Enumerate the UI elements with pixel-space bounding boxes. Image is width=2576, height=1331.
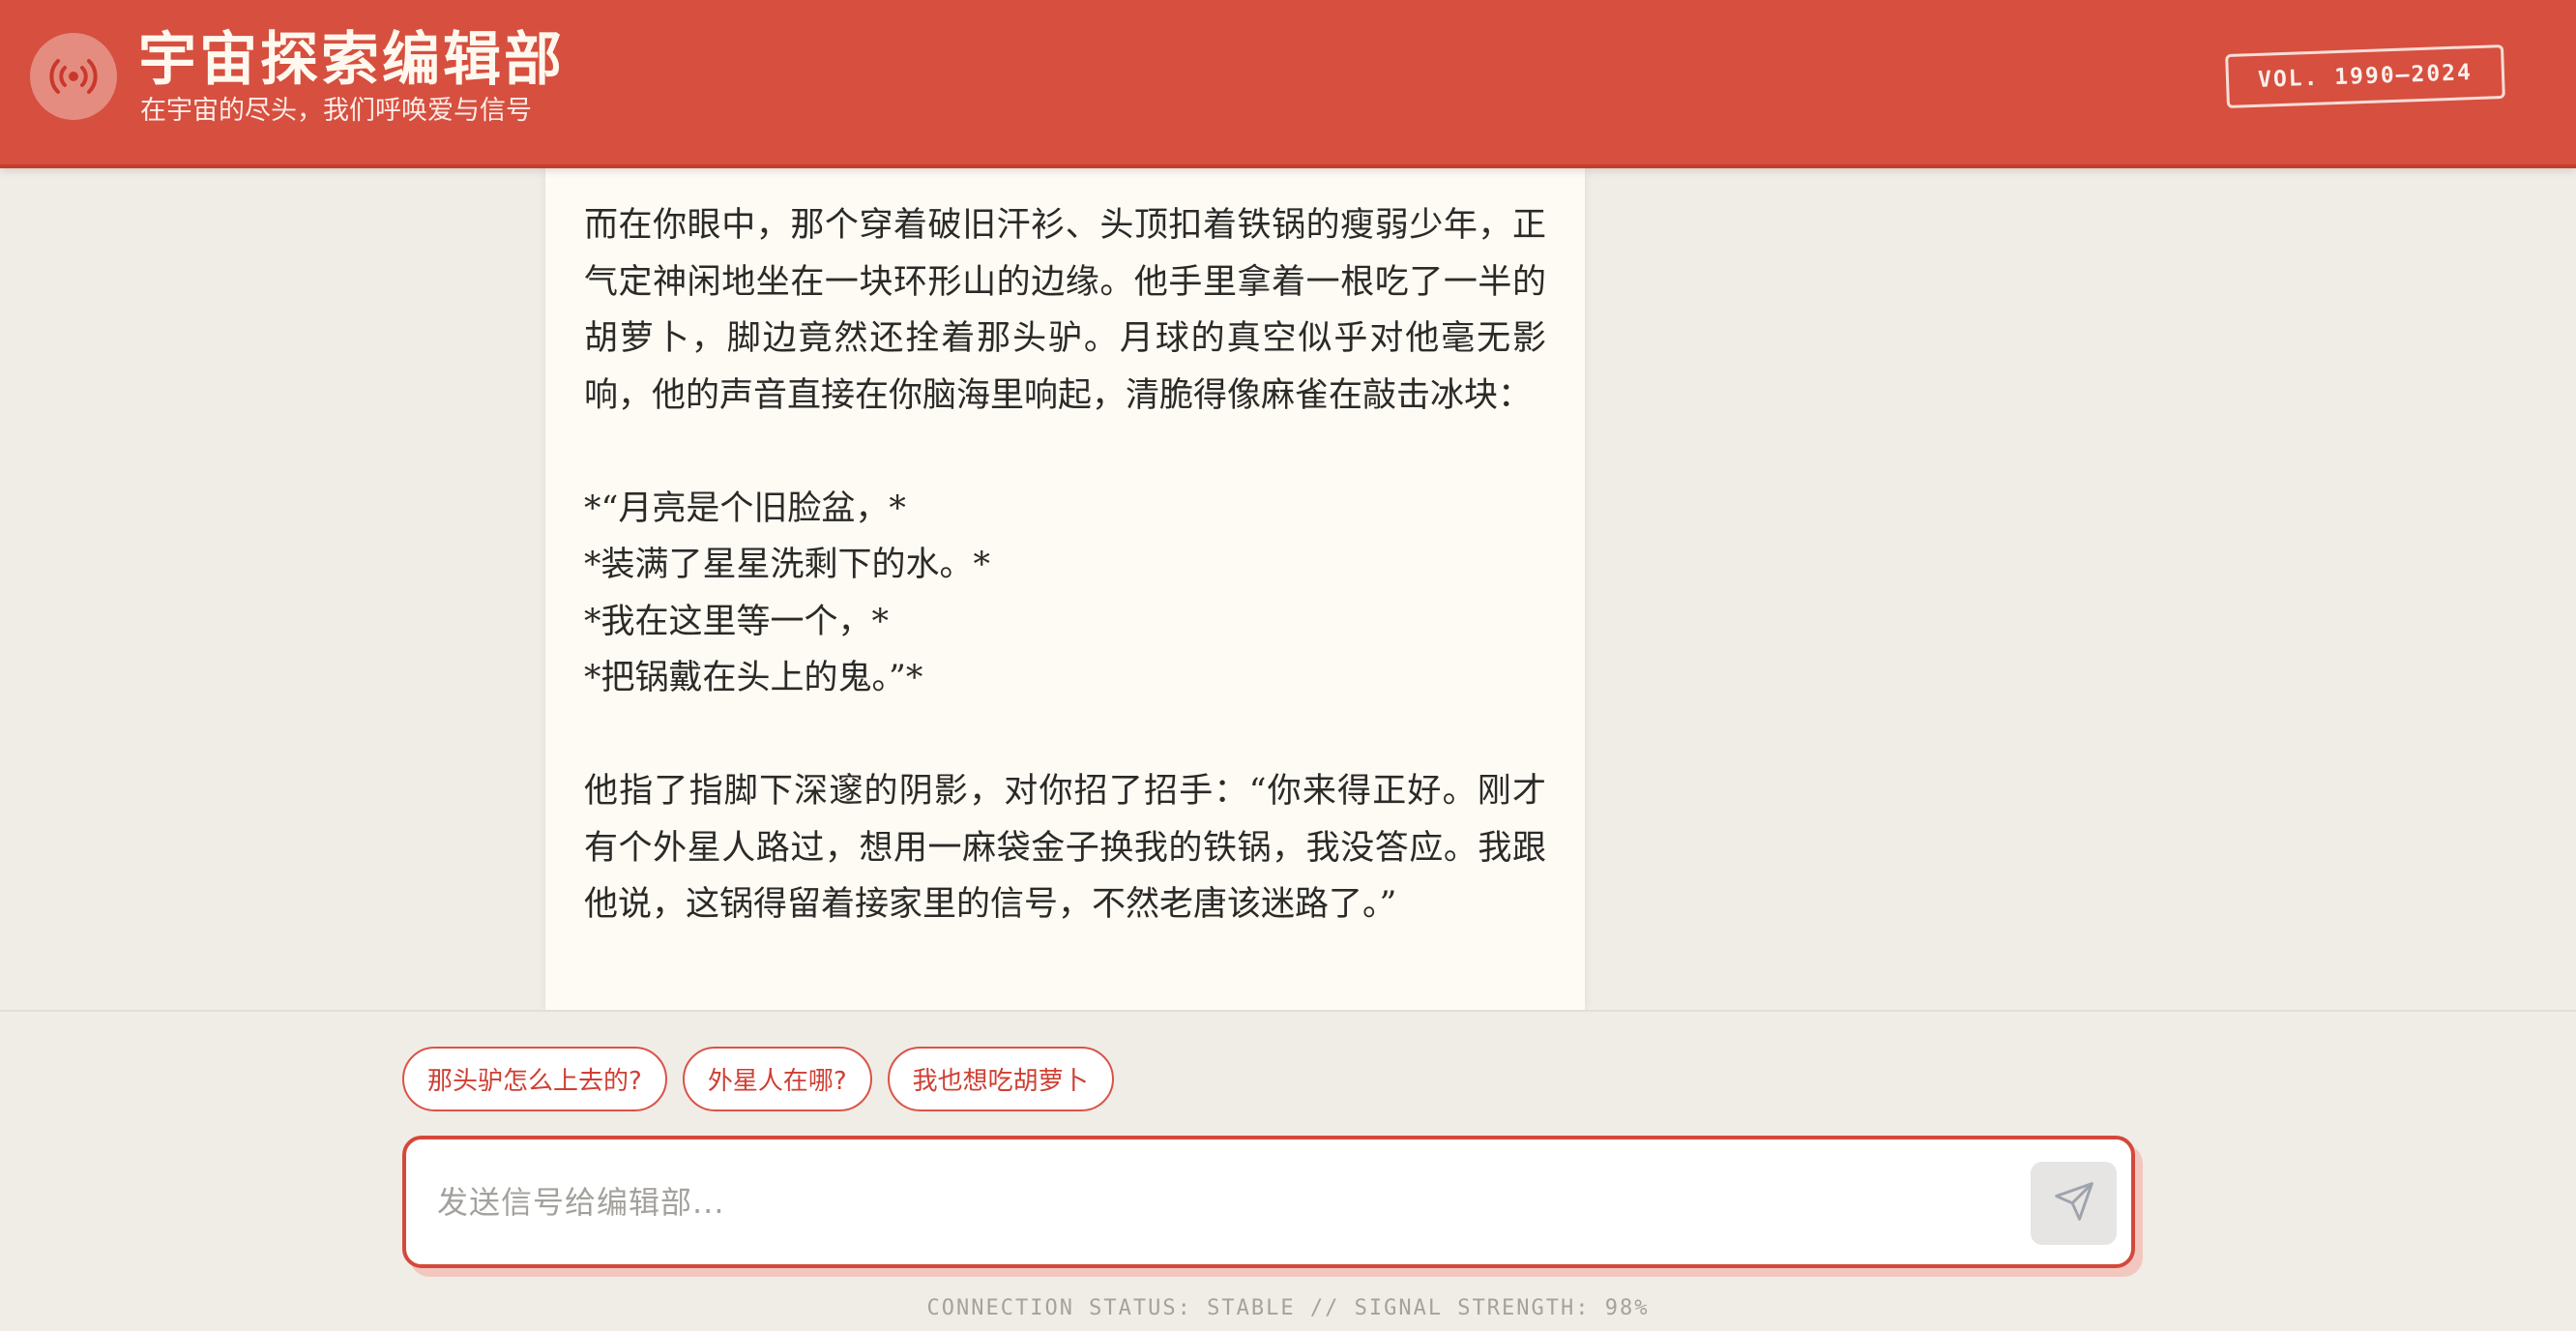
message-input[interactable] (437, 1139, 1984, 1264)
composer-area: 那头驴怎么上去的? 外星人在哪? 我也想吃胡萝卜 CONNECTION STAT… (0, 1010, 2576, 1331)
verse-line: *我在这里等一个，* (584, 602, 890, 641)
app-subtitle: 在宇宙的尽头，我们呼唤爱与信号 (140, 96, 532, 126)
connection-status: CONNECTION STATUS: STABLE // SIGNAL STRE… (926, 1296, 1650, 1320)
app-header: 宇宙探索编辑部 在宇宙的尽头，我们呼唤爱与信号 VOL. 1990–2024 (0, 0, 2576, 168)
suggestion-chip-alien[interactable]: 外星人在哪? (682, 1047, 872, 1111)
app-title: 宇宙探索编辑部 (138, 26, 565, 94)
broadcast-signal-icon (30, 33, 117, 120)
story-message-card: 而在你眼中，那个穿着破旧汗衫、头顶扣着铁锅的瘦弱少年，正气定神闲地坐在一块环形山… (545, 168, 1585, 1010)
story-paragraph: 而在你眼中，那个穿着破旧汗衫、头顶扣着铁锅的瘦弱少年，正气定神闲地坐在一块环形山… (584, 206, 1546, 415)
suggestion-chip-donkey[interactable]: 那头驴怎么上去的? (402, 1047, 667, 1111)
poem-verse: *“月亮是个旧脸盆，* *装满了星星洗剩下的水。* *我在这里等一个，* *把锅… (584, 481, 1546, 707)
story-paragraph: 他指了指脚下深邃的阴影，对你招了招手：“你来得正好。刚才有个外星人路过，想用一麻… (584, 772, 1546, 924)
verse-line: *装满了星星洗剩下的水。* (584, 546, 991, 584)
send-button[interactable] (2031, 1162, 2117, 1245)
message-input-box (402, 1136, 2135, 1268)
suggestion-chips: 那头驴怎么上去的? 外星人在哪? 我也想吃胡萝卜 (402, 1047, 1114, 1111)
paper-plane-icon (2053, 1180, 2095, 1227)
suggestion-chip-carrot[interactable]: 我也想吃胡萝卜 (887, 1047, 1114, 1111)
volume-badge: VOL. 1990–2024 (2225, 44, 2505, 109)
verse-line: *把锅戴在头上的鬼。”* (584, 659, 923, 697)
verse-line: *“月亮是个旧脸盆，* (584, 488, 906, 528)
